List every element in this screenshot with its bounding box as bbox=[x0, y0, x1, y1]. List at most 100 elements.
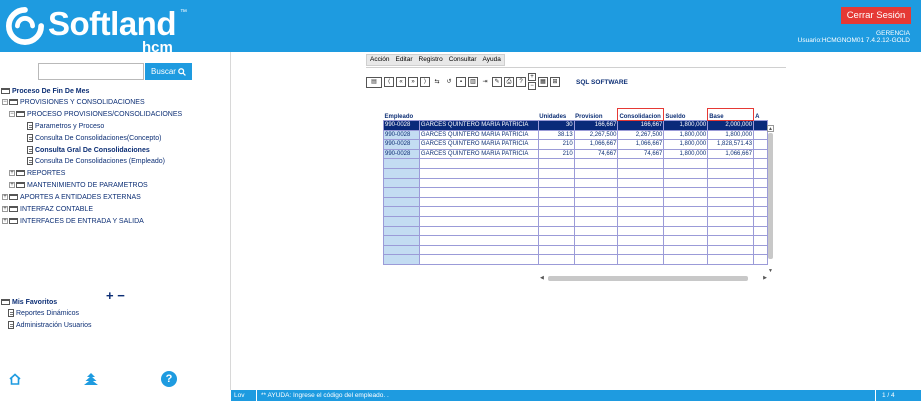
table-cell[interactable] bbox=[617, 158, 665, 169]
table-cell[interactable] bbox=[537, 177, 575, 189]
table-cell[interactable] bbox=[707, 196, 755, 208]
tree-item-consulta-gral[interactable]: Consulta Gral De Consolidaciones bbox=[27, 145, 150, 155]
save-icon[interactable]: ▪ bbox=[456, 77, 466, 87]
scroll-left-icon[interactable]: ◀ bbox=[540, 275, 544, 281]
menu-registro[interactable]: Registro bbox=[416, 55, 446, 65]
undo-icon[interactable]: ↺ bbox=[444, 77, 454, 87]
table-cell[interactable] bbox=[753, 139, 768, 150]
table-cell[interactable] bbox=[383, 215, 420, 227]
table-cell[interactable] bbox=[707, 187, 755, 198]
table-cell[interactable] bbox=[663, 167, 709, 179]
table-cell[interactable] bbox=[753, 129, 768, 141]
scroll-right-icon[interactable]: ▶ bbox=[763, 275, 767, 281]
tree-item-parametros-proceso[interactable]: Parametros y Proceso bbox=[27, 121, 104, 131]
table-cell[interactable] bbox=[617, 244, 665, 256]
table-cell[interactable] bbox=[537, 196, 575, 208]
table-cell[interactable]: 210 bbox=[537, 148, 575, 160]
tree-icon[interactable] bbox=[83, 371, 99, 387]
search-input[interactable] bbox=[38, 63, 144, 80]
table-cell[interactable] bbox=[753, 177, 768, 189]
table-cell[interactable] bbox=[383, 244, 420, 256]
table-row-empty[interactable] bbox=[383, 206, 768, 217]
table-cell[interactable]: GARCES QUINTERO MARIA PATRICIA bbox=[418, 148, 539, 160]
table-cell[interactable] bbox=[617, 225, 665, 237]
table-cell[interactable] bbox=[663, 254, 709, 265]
table-cell[interactable] bbox=[707, 206, 755, 217]
table-cell[interactable] bbox=[753, 254, 768, 265]
table-row-empty[interactable] bbox=[383, 244, 768, 256]
table-cell[interactable] bbox=[383, 196, 420, 208]
table-cell[interactable] bbox=[753, 187, 768, 198]
table-cell[interactable]: 30 bbox=[537, 120, 575, 131]
table-cell[interactable] bbox=[418, 196, 539, 208]
table-cell[interactable] bbox=[418, 187, 539, 198]
previous-page-icon[interactable]: « bbox=[396, 77, 406, 87]
table-row[interactable]: 990-0028 GARCES QUINTERO MARIA PATRICIA 21… bbox=[383, 148, 768, 160]
help-icon[interactable]: ? bbox=[161, 371, 177, 387]
table-cell[interactable] bbox=[663, 177, 709, 189]
table-cell[interactable] bbox=[383, 158, 420, 169]
table-cell[interactable] bbox=[573, 187, 619, 198]
table-cell[interactable] bbox=[753, 215, 768, 227]
table-cell[interactable] bbox=[617, 177, 665, 189]
tree-item-proceso-provisiones[interactable]: − PROCESO PROVISIONES/CONSOLIDACIONES bbox=[9, 109, 182, 119]
tree-item-mantenimiento[interactable]: + MANTENIMIENTO DE PARAMETROS bbox=[9, 180, 148, 190]
tree-item-consulta-concepto[interactable]: Consulta De Consolidaciones(Concepto) bbox=[27, 133, 161, 143]
table-cell[interactable] bbox=[537, 158, 575, 169]
table-cell[interactable] bbox=[707, 177, 755, 189]
logout-button[interactable]: Cerrar Sesión bbox=[841, 7, 911, 24]
expand-toggle-icon[interactable]: + bbox=[9, 170, 15, 176]
table-cell[interactable]: 74,667 bbox=[573, 148, 619, 160]
table-cell[interactable] bbox=[617, 254, 665, 265]
scroll-up-icon[interactable]: ▲ bbox=[767, 126, 774, 132]
table-cell[interactable] bbox=[707, 225, 755, 237]
table-cell[interactable]: 74,667 bbox=[617, 148, 665, 160]
table-cell[interactable]: GARCES QUINTERO MARIA PATRICIA bbox=[418, 120, 539, 131]
expand-toggle-icon[interactable]: + bbox=[2, 206, 8, 212]
table-row-empty[interactable] bbox=[383, 177, 768, 189]
collapse-toggle-icon[interactable]: − bbox=[2, 99, 8, 105]
table-cell[interactable] bbox=[753, 235, 768, 246]
favorite-item-reportes[interactable]: Reportes Dinámicos bbox=[8, 308, 79, 318]
table-cell[interactable]: 166,667 bbox=[573, 120, 619, 131]
table-cell[interactable] bbox=[707, 215, 755, 227]
expand-collapse-all-button[interactable]: + − bbox=[106, 288, 125, 303]
table-cell[interactable] bbox=[383, 235, 420, 246]
table-cell[interactable] bbox=[383, 187, 420, 198]
edit-icon[interactable]: ✎ bbox=[492, 77, 502, 87]
tree-item-reportes[interactable]: + REPORTES bbox=[9, 168, 65, 178]
print-preview-icon[interactable]: ▤ bbox=[366, 76, 382, 88]
menu-consultar[interactable]: Consultar bbox=[446, 55, 480, 65]
table-cell[interactable]: 1,066,667 bbox=[707, 148, 755, 160]
table-cell[interactable]: 990-0028 bbox=[383, 148, 420, 160]
help-icon[interactable]: ? bbox=[516, 77, 526, 87]
table-cell[interactable] bbox=[753, 196, 768, 208]
table-cell[interactable] bbox=[537, 254, 575, 265]
table-cell[interactable] bbox=[753, 158, 768, 169]
table-row-empty[interactable] bbox=[383, 215, 768, 227]
tree-item-proceso-fin-mes[interactable]: Proceso De Fin De Mes bbox=[1, 86, 89, 96]
menu-editar[interactable]: Editar bbox=[393, 55, 416, 65]
table-cell[interactable] bbox=[707, 167, 755, 179]
grid-icon[interactable]: ▦ bbox=[538, 77, 548, 87]
col-empleado[interactable]: Empleado bbox=[384, 109, 420, 121]
exit-icon[interactable]: ⇥ bbox=[480, 77, 490, 87]
table-cell[interactable] bbox=[573, 158, 619, 169]
table-cell[interactable] bbox=[573, 196, 619, 208]
table-cell[interactable] bbox=[573, 177, 619, 189]
table-cell[interactable] bbox=[537, 244, 575, 256]
table-cell[interactable] bbox=[663, 215, 709, 227]
table-cell[interactable]: 1,800,000 bbox=[663, 139, 709, 150]
expand-toggle-icon[interactable]: + bbox=[2, 218, 8, 224]
home-icon[interactable] bbox=[7, 371, 23, 387]
table-cell[interactable] bbox=[753, 120, 768, 131]
table-cell[interactable]: GARCES QUINTERO MARIA PATRICIA bbox=[418, 129, 539, 141]
table-cell[interactable] bbox=[537, 206, 575, 217]
tree-item-consulta-empleado[interactable]: Consulta De Consolidaciones (Empleado) bbox=[27, 156, 165, 166]
table-cell[interactable]: 1,828,571.43 bbox=[707, 139, 755, 150]
table-cell[interactable] bbox=[383, 167, 420, 179]
table-row-empty[interactable] bbox=[383, 167, 768, 179]
table-cell[interactable] bbox=[663, 244, 709, 256]
table-row-empty[interactable] bbox=[383, 187, 768, 198]
table-cell[interactable] bbox=[753, 206, 768, 217]
